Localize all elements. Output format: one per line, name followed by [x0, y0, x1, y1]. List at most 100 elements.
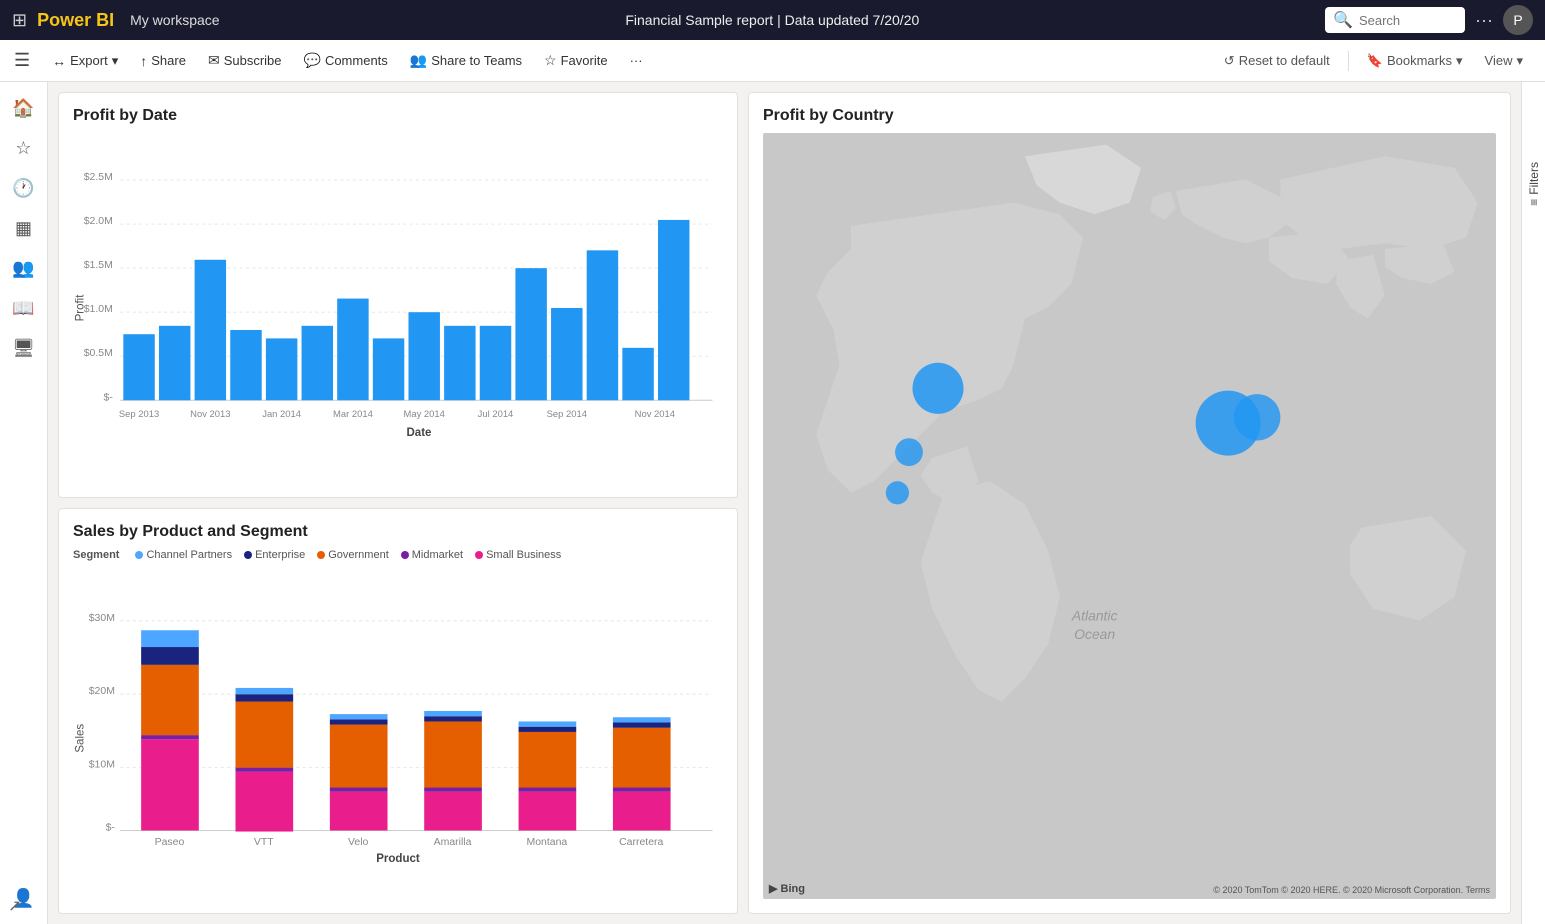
- svg-text:Mar 2014: Mar 2014: [333, 408, 373, 419]
- bing-logo: ▶ Bing: [769, 882, 805, 895]
- reset-button[interactable]: ↺ Reset to default: [1216, 49, 1338, 73]
- bookmarks-icon: 🔖: [1367, 53, 1383, 69]
- share-teams-button[interactable]: 👥 Share to Teams: [402, 48, 530, 73]
- filters-label[interactable]: ≡ Filters: [1527, 162, 1541, 206]
- sales-product-panel: Sales by Product and Segment Segment Cha…: [58, 508, 738, 914]
- chart-legend: Segment Channel Partners Enterprise Gove…: [73, 549, 723, 561]
- map-container[interactable]: Atlantic Ocean: [763, 133, 1496, 899]
- sales-product-chart: $30M $20M $10M $- Sales: [73, 567, 723, 899]
- svg-text:Sep 2013: Sep 2013: [119, 408, 159, 419]
- svg-text:$20M: $20M: [89, 686, 115, 697]
- svg-text:Sales: Sales: [74, 724, 86, 753]
- bookmarks-chevron: ▾: [1456, 53, 1463, 69]
- filters-sidebar[interactable]: ≡ Filters: [1521, 82, 1545, 924]
- svg-text:Product: Product: [376, 853, 420, 865]
- svg-text:May 2014: May 2014: [404, 408, 445, 419]
- view-button[interactable]: View ▾: [1477, 49, 1531, 73]
- svg-text:$1.5M: $1.5M: [84, 260, 113, 271]
- comments-button[interactable]: 💬 Comments: [296, 48, 396, 73]
- legend-government: Government: [317, 549, 389, 561]
- star-icon: ☆: [544, 52, 557, 69]
- profit-country-title: Profit by Country: [763, 107, 1496, 125]
- svg-text:Nov 2013: Nov 2013: [190, 408, 230, 419]
- profit-date-panel: Profit by Date $2.5M $2.0M $1.5M $1.0M $…: [58, 92, 738, 498]
- search-icon: 🔍: [1333, 10, 1353, 30]
- svg-text:Nov 2014: Nov 2014: [635, 408, 675, 419]
- reset-icon: ↺: [1224, 53, 1235, 69]
- toolbar-divider: [1348, 51, 1349, 71]
- sidebar-learn-icon[interactable]: 📖: [6, 290, 42, 326]
- content-area: Profit by Date $2.5M $2.0M $1.5M $1.0M $…: [48, 82, 1521, 924]
- svg-text:$2.0M: $2.0M: [84, 216, 113, 227]
- profit-date-title: Profit by Date: [73, 107, 723, 125]
- svg-text:$2.5M: $2.5M: [84, 172, 113, 183]
- share-icon: ↑: [140, 53, 147, 69]
- sidebar-recent-icon[interactable]: 🕐: [6, 170, 42, 206]
- avatar[interactable]: P: [1503, 5, 1533, 35]
- svg-text:Sep 2014: Sep 2014: [547, 408, 587, 419]
- grid-icon[interactable]: ⊞: [12, 10, 27, 31]
- svg-text:Ocean: Ocean: [1074, 626, 1115, 642]
- more-options-icon[interactable]: ···: [1475, 10, 1493, 31]
- expand-icon[interactable]: ↗: [8, 896, 21, 916]
- svg-text:Jan 2014: Jan 2014: [262, 408, 301, 419]
- svg-text:$10M: $10M: [89, 760, 115, 771]
- view-chevron: ▾: [1516, 53, 1523, 69]
- svg-text:Paseo: Paseo: [155, 837, 185, 848]
- subscribe-icon: ✉: [208, 52, 220, 69]
- svg-text:Date: Date: [406, 427, 432, 439]
- svg-text:Profit: Profit: [74, 294, 86, 322]
- sidebar-workspaces-icon[interactable]: 🖥: [6, 330, 42, 366]
- export-chevron-icon: ▾: [112, 53, 119, 69]
- svg-text:Carretera: Carretera: [619, 837, 663, 848]
- profit-date-chart: $2.5M $2.0M $1.5M $1.0M $0.5M $- Profit: [73, 133, 723, 483]
- sidebar-favorites-icon[interactable]: ☆: [6, 130, 42, 166]
- toolbar-right: ↺ Reset to default 🔖 Bookmarks ▾ View ▾: [1216, 49, 1531, 73]
- export-button[interactable]: ↔ Export ▾: [44, 49, 126, 73]
- svg-text:Atlantic: Atlantic: [1071, 607, 1118, 623]
- sidebar-shared-icon[interactable]: 👥: [6, 250, 42, 286]
- svg-text:VTT: VTT: [254, 837, 274, 848]
- svg-text:$-: $-: [104, 392, 114, 403]
- left-charts-column: Profit by Date $2.5M $2.0M $1.5M $1.0M $…: [58, 92, 738, 914]
- charts-row: Profit by Date $2.5M $2.0M $1.5M $1.0M $…: [48, 82, 1521, 924]
- svg-text:Amarilla: Amarilla: [434, 837, 472, 848]
- svg-text:$30M: $30M: [89, 613, 115, 624]
- svg-text:$-: $-: [106, 823, 116, 834]
- report-title: Financial Sample report | Data updated 7…: [230, 12, 1315, 28]
- svg-text:$1.0M: $1.0M: [84, 304, 113, 315]
- search-input[interactable]: [1359, 13, 1459, 28]
- share-button[interactable]: ↑ Share: [132, 49, 194, 73]
- segment-label: Segment: [73, 549, 119, 561]
- legend-small-business: Small Business: [475, 549, 561, 561]
- svg-text:Velo: Velo: [348, 837, 369, 848]
- sales-product-title: Sales by Product and Segment: [73, 523, 723, 541]
- search-box[interactable]: 🔍: [1325, 7, 1465, 33]
- workspace-label[interactable]: My workspace: [130, 12, 219, 28]
- left-sidebar: 🏠 ☆ 🕐 ▦ 👥 📖 🖥 👤: [0, 82, 48, 924]
- logo: Power BI: [37, 10, 114, 31]
- sidebar-home-icon[interactable]: 🏠: [6, 90, 42, 126]
- svg-text:Montana: Montana: [526, 837, 567, 848]
- legend-midmarket: Midmarket: [401, 549, 463, 561]
- filters-icon: ≡: [1527, 199, 1541, 206]
- legend-enterprise: Enterprise: [244, 549, 305, 561]
- export-icon: ↔: [52, 53, 66, 69]
- bookmarks-button[interactable]: 🔖 Bookmarks ▾: [1359, 49, 1471, 73]
- svg-text:Jul 2014: Jul 2014: [478, 408, 514, 419]
- comments-icon: 💬: [304, 52, 321, 69]
- legend-channel-partners: Channel Partners: [135, 549, 232, 561]
- more-toolbar-button[interactable]: ···: [622, 49, 651, 72]
- svg-text:$0.5M: $0.5M: [84, 348, 113, 359]
- subscribe-button[interactable]: ✉ Subscribe: [200, 48, 290, 73]
- world-map-svg: Atlantic Ocean: [763, 133, 1496, 899]
- teams-icon: 👥: [410, 52, 427, 69]
- profit-country-panel: Profit by Country: [748, 92, 1511, 914]
- menu-icon[interactable]: ☰: [14, 50, 30, 71]
- map-copyright: © 2020 TomTom © 2020 HERE. © 2020 Micros…: [1213, 885, 1490, 895]
- top-bar: ⊞ Power BI My workspace Financial Sample…: [0, 0, 1545, 40]
- toolbar: ☰ ↔ Export ▾ ↑ Share ✉ Subscribe 💬 Comme…: [0, 40, 1545, 82]
- sidebar-apps-icon[interactable]: ▦: [6, 210, 42, 246]
- main-area: 🏠 ☆ 🕐 ▦ 👥 📖 🖥 👤 Profit by Date $2.5M $2.…: [0, 82, 1545, 924]
- favorite-button[interactable]: ☆ Favorite: [536, 48, 616, 73]
